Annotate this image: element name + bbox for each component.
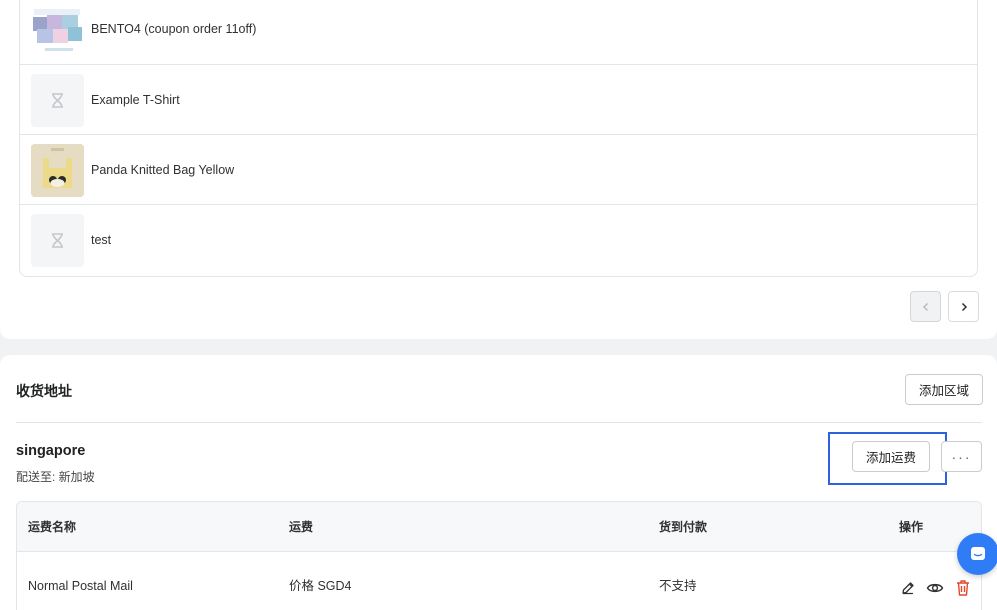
column-header: 运费 (289, 520, 314, 534)
delete-icon[interactable] (954, 579, 972, 597)
table-header: 运费名称 运费 货到付款 操作 (17, 502, 981, 552)
column-header: 货到付款 (659, 520, 708, 534)
more-actions-button[interactable]: ··· (941, 441, 982, 472)
chat-launcher-button[interactable] (957, 533, 997, 575)
add-rate-button[interactable]: 添加运费 (852, 441, 930, 472)
rate-cod: 不支持 (659, 579, 697, 593)
add-zone-button[interactable]: 添加区域 (905, 374, 983, 405)
rate-name: Normal Postal Mail (28, 579, 133, 593)
divider (16, 422, 982, 423)
product-name: Example T-Shirt (91, 93, 180, 107)
prev-page-button[interactable] (910, 291, 941, 322)
product-list: BENTO4 (coupon order 11off) Example T-Sh… (19, 0, 978, 277)
hourglass-placeholder-icon (52, 93, 63, 108)
chevron-left-icon (922, 302, 928, 311)
zone-ship-to: 配送至: 新加坡 (16, 470, 95, 484)
list-item[interactable]: BENTO4 (coupon order 11off) (20, 0, 977, 64)
column-header: 运费名称 (28, 520, 77, 534)
product-name: Panda Knitted Bag Yellow (91, 163, 235, 177)
list-item[interactable]: test (20, 204, 977, 274)
product-name: BENTO4 (coupon order 11off) (91, 22, 257, 36)
product-thumbnail (31, 144, 84, 197)
hourglass-placeholder-icon (52, 233, 63, 248)
next-page-button[interactable] (948, 291, 979, 322)
list-item[interactable]: Panda Knitted Bag Yellow (20, 134, 977, 204)
product-name: test (91, 233, 112, 247)
rate-table: 运费名称 运费 货到付款 操作 Normal Postal Mail 价格 SG… (16, 501, 982, 610)
product-thumbnail (31, 3, 84, 56)
product-thumbnail (31, 214, 84, 267)
column-header: 操作 (899, 520, 924, 534)
chevron-right-icon (961, 302, 967, 311)
table-row: Normal Postal Mail 价格 SGD4 不支持 (17, 552, 981, 610)
chat-icon (971, 547, 985, 560)
zone-name: singapore (16, 443, 86, 459)
products-card: BENTO4 (coupon order 11off) Example T-Sh… (0, 0, 997, 339)
rate-price: 价格 SGD4 (289, 579, 352, 593)
edit-icon[interactable] (899, 579, 917, 597)
shipping-card: 收货地址 添加区域 singapore 配送至: 新加坡 添加运费 ··· 运费… (0, 355, 997, 610)
section-title: 收货地址 (16, 383, 72, 399)
product-thumbnail (31, 74, 84, 127)
list-item[interactable]: Example T-Shirt (20, 64, 977, 134)
eye-icon[interactable] (926, 579, 944, 597)
